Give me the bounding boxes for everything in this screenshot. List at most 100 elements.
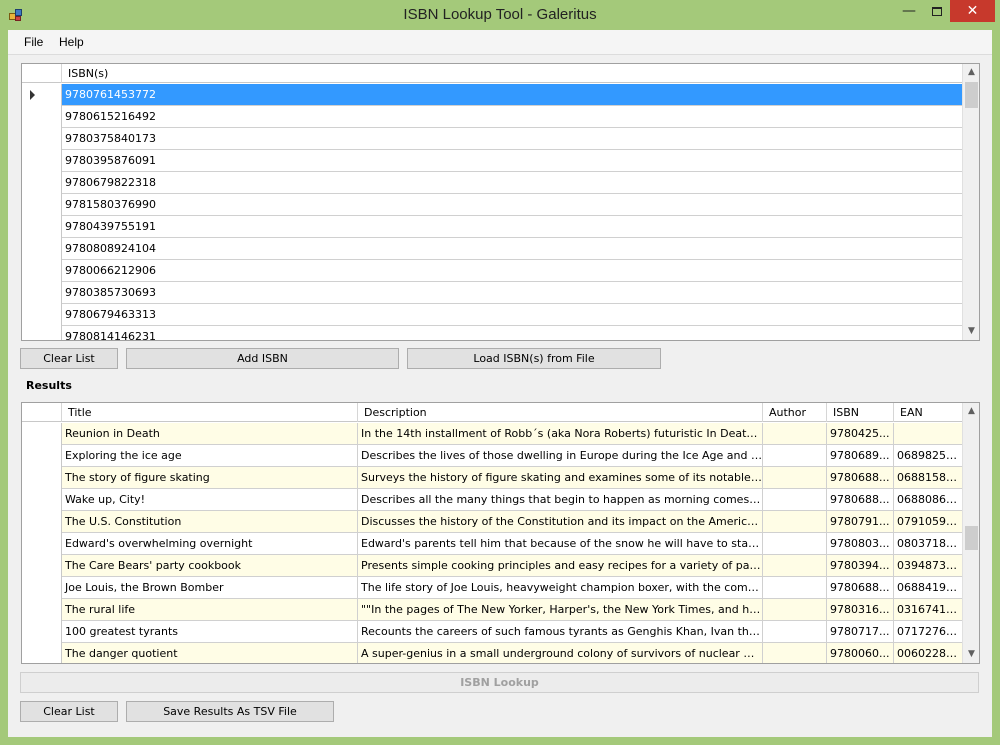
clear-list-button-top[interactable]: Clear List bbox=[20, 348, 118, 369]
result-row[interactable]: The rural life ""In the pages of The New … bbox=[22, 599, 963, 621]
isbn-row[interactable]: 9780679463313 bbox=[22, 304, 963, 326]
isbn-cell[interactable]: 9780439755191 bbox=[62, 216, 963, 237]
result-row[interactable]: 100 greatest tyrants Recounts the careers… bbox=[22, 621, 963, 643]
ean-cell[interactable]: 0689825560 bbox=[894, 445, 963, 466]
isbn-row[interactable]: 9780814146231 bbox=[22, 326, 963, 340]
column-header-author[interactable]: Author bbox=[763, 403, 827, 422]
isbn-grid-scrollbar[interactable]: ▲ ▼ bbox=[962, 64, 979, 340]
result-row[interactable]: The U.S. Constitution Discusses the histo… bbox=[22, 511, 963, 533]
isbn-cell[interactable]: 9780615216492 bbox=[62, 106, 963, 127]
column-header-title[interactable]: Title bbox=[62, 403, 358, 422]
close-button[interactable]: ✕ bbox=[950, 0, 995, 22]
row-header[interactable] bbox=[22, 643, 62, 663]
row-header[interactable] bbox=[22, 489, 62, 511]
row-header[interactable] bbox=[22, 511, 62, 533]
clear-list-button-bottom[interactable]: Clear List bbox=[20, 701, 118, 722]
author-cell[interactable] bbox=[763, 621, 827, 642]
title-cell[interactable]: 100 greatest tyrants bbox=[62, 621, 358, 642]
author-cell[interactable] bbox=[763, 533, 827, 554]
column-header-description[interactable]: Description bbox=[358, 403, 763, 422]
description-cell[interactable]: Presents simple cooking principles and e… bbox=[358, 555, 763, 576]
author-cell[interactable] bbox=[763, 467, 827, 488]
ean-cell[interactable]: 0316741671 bbox=[894, 599, 963, 620]
isbn-cell[interactable]: 9780385730693 bbox=[62, 282, 963, 303]
column-header-isbn[interactable]: ISBN(s) bbox=[62, 64, 963, 83]
isbn-cell[interactable]: 9780717... bbox=[827, 621, 894, 642]
isbn-cell[interactable]: 9780375840173 bbox=[62, 128, 963, 149]
isbn-cell[interactable]: 9780060... bbox=[827, 643, 894, 663]
isbn-lookup-button[interactable]: ISBN Lookup bbox=[20, 672, 979, 693]
ean-cell[interactable]: 0717276880 bbox=[894, 621, 963, 642]
ean-cell[interactable]: 0803718837 bbox=[894, 533, 963, 554]
ean-cell[interactable]: 068815820X bbox=[894, 467, 963, 488]
ean-cell[interactable] bbox=[894, 423, 963, 444]
author-cell[interactable] bbox=[763, 555, 827, 576]
scroll-up-icon[interactable]: ▲ bbox=[963, 64, 979, 81]
title-cell[interactable]: Exploring the ice age bbox=[62, 445, 358, 466]
description-cell[interactable]: In the 14th installment of Robb´s (aka N… bbox=[358, 423, 763, 444]
row-header[interactable] bbox=[22, 238, 62, 260]
row-header[interactable] bbox=[22, 423, 62, 445]
result-row[interactable]: Wake up, City! Describes all the many thi… bbox=[22, 489, 963, 511]
title-cell[interactable]: Joe Louis, the Brown Bomber bbox=[62, 577, 358, 598]
isbn-row[interactable]: 9780679822318 bbox=[22, 172, 963, 194]
isbn-cell[interactable]: 9780425... bbox=[827, 423, 894, 444]
menu-help[interactable]: Help bbox=[59, 35, 84, 49]
isbn-cell[interactable]: 9780814146231 bbox=[62, 326, 963, 340]
maximize-button[interactable] bbox=[923, 0, 950, 22]
isbn-cell[interactable]: 9780689... bbox=[827, 445, 894, 466]
save-tsv-button[interactable]: Save Results As TSV File bbox=[126, 701, 334, 722]
row-header[interactable] bbox=[22, 445, 62, 467]
ean-cell[interactable]: 0060228520 bbox=[894, 643, 963, 663]
isbn-cell[interactable]: 9780316... bbox=[827, 599, 894, 620]
description-cell[interactable]: Recounts the careers of such famous tyra… bbox=[358, 621, 763, 642]
load-isbn-file-button[interactable]: Load ISBN(s) from File bbox=[407, 348, 661, 369]
row-header[interactable] bbox=[22, 555, 62, 577]
isbn-row[interactable]: 9780808924104 bbox=[22, 238, 963, 260]
title-cell[interactable]: The story of figure skating bbox=[62, 467, 358, 488]
description-cell[interactable]: Edward's parents tell him that because o… bbox=[358, 533, 763, 554]
isbn-row[interactable]: 9780375840173 bbox=[22, 128, 963, 150]
row-header[interactable] bbox=[22, 467, 62, 489]
title-cell[interactable]: The rural life bbox=[62, 599, 358, 620]
isbn-cell[interactable]: 9780791... bbox=[827, 511, 894, 532]
author-cell[interactable] bbox=[763, 599, 827, 620]
result-row[interactable]: The story of figure skating Surveys the h… bbox=[22, 467, 963, 489]
isbn-cell[interactable]: 9780803... bbox=[827, 533, 894, 554]
isbn-cell[interactable]: 9780688... bbox=[827, 577, 894, 598]
author-cell[interactable] bbox=[763, 511, 827, 532]
isbn-cell[interactable]: 9780688... bbox=[827, 467, 894, 488]
isbn-cell[interactable]: 9780395876091 bbox=[62, 150, 963, 171]
title-cell[interactable]: Wake up, City! bbox=[62, 489, 358, 510]
author-cell[interactable] bbox=[763, 643, 827, 663]
row-header[interactable] bbox=[22, 326, 62, 340]
row-header[interactable] bbox=[22, 84, 62, 106]
isbn-cell[interactable]: 9780761453772 bbox=[62, 84, 963, 105]
row-header[interactable] bbox=[22, 150, 62, 172]
ean-cell[interactable]: 079105991X bbox=[894, 511, 963, 532]
title-cell[interactable]: The U.S. Constitution bbox=[62, 511, 358, 532]
isbn-grid[interactable]: ISBN(s) 9780761453772 9780615216492 978037… bbox=[21, 63, 980, 341]
row-header[interactable] bbox=[22, 304, 62, 326]
row-header[interactable] bbox=[22, 577, 62, 599]
row-header[interactable] bbox=[22, 599, 62, 621]
author-cell[interactable] bbox=[763, 577, 827, 598]
title-cell[interactable]: The danger quotient bbox=[62, 643, 358, 663]
isbn-row[interactable]: 9780385730693 bbox=[22, 282, 963, 304]
result-row[interactable]: Joe Louis, the Brown Bomber The life stor… bbox=[22, 577, 963, 599]
scroll-thumb[interactable] bbox=[965, 526, 978, 550]
row-header[interactable] bbox=[22, 216, 62, 238]
description-cell[interactable]: Describes the lives of those dwelling in… bbox=[358, 445, 763, 466]
isbn-row[interactable]: 9781580376990 bbox=[22, 194, 963, 216]
row-header[interactable] bbox=[22, 282, 62, 304]
author-cell[interactable] bbox=[763, 423, 827, 444]
description-cell[interactable]: The life story of Joe Louis, heavyweight… bbox=[358, 577, 763, 598]
row-header[interactable] bbox=[22, 172, 62, 194]
row-header[interactable] bbox=[22, 106, 62, 128]
scroll-thumb[interactable] bbox=[965, 82, 978, 108]
description-cell[interactable]: Describes all the many things that begin… bbox=[358, 489, 763, 510]
column-header-ean[interactable]: EAN bbox=[894, 403, 963, 422]
result-row[interactable]: Exploring the ice age Describes the lives… bbox=[22, 445, 963, 467]
isbn-cell[interactable]: 9780688... bbox=[827, 489, 894, 510]
description-cell[interactable]: Discusses the history of the Constitutio… bbox=[358, 511, 763, 532]
